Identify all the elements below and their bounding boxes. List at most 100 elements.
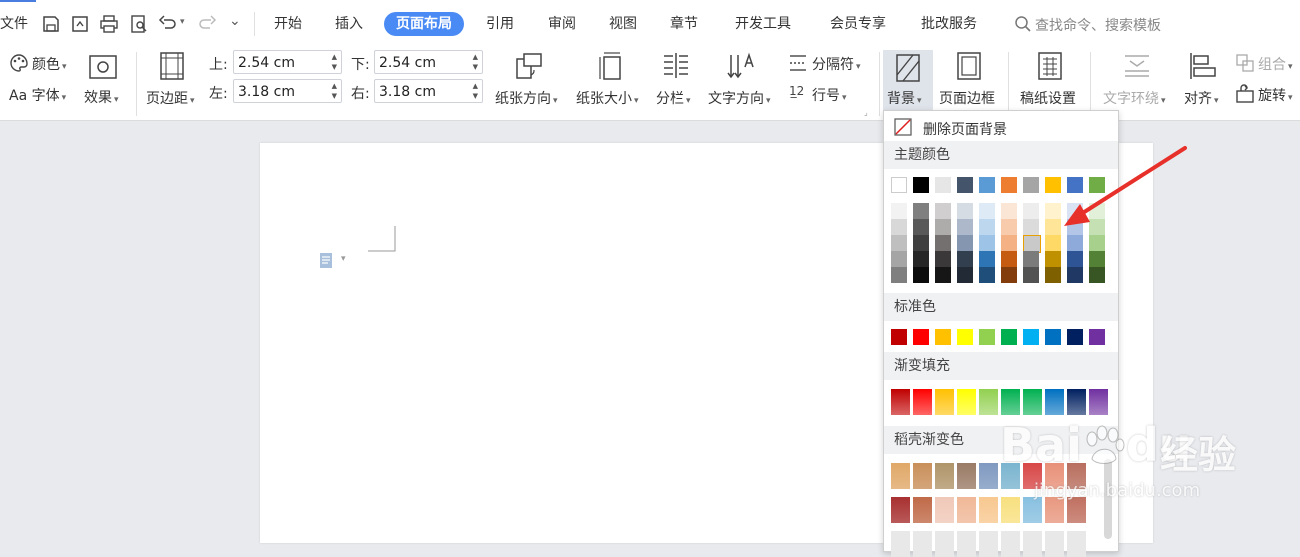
theme-tint-swatch[interactable] [1045,251,1061,267]
tab-insert[interactable]: 插入 [335,12,363,36]
theme-tint-swatch[interactable] [979,219,995,235]
theme-tint-swatch[interactable] [913,251,929,267]
theme-tint-swatch[interactable] [979,203,995,219]
docer-gradient-swatch[interactable] [1045,531,1064,557]
tab-chapter[interactable]: 章节 [670,12,698,36]
theme-color-swatch[interactable] [891,177,907,193]
orientation-button[interactable]: 纸张方向 ▾ [495,88,558,108]
theme-font-button[interactable]: Aa 字体 ▾ [9,85,66,105]
theme-color-swatch[interactable] [979,177,995,193]
margins-icon[interactable] [157,51,187,81]
text-direction-icon[interactable] [726,51,756,81]
theme-tint-swatch[interactable] [1001,219,1017,235]
quick-access-dropdown-icon[interactable]: ⌄ [229,13,241,29]
columns-icon[interactable] [661,51,691,81]
docer-gradient-swatch[interactable] [935,497,954,523]
group-expand-icon[interactable]: ⌟ [864,108,868,117]
spinner-arrows-icon[interactable]: ▲ ▼ [473,81,478,101]
theme-tint-swatch[interactable] [935,251,951,267]
theme-tint-swatch[interactable] [891,219,907,235]
tab-devtools[interactable]: 开发工具 [735,12,791,36]
page-border-icon[interactable] [954,51,984,81]
theme-tint-swatch[interactable] [913,267,929,283]
theme-tint-swatch[interactable] [1067,267,1083,283]
standard-color-swatch[interactable] [957,329,973,345]
effect-button[interactable]: 效果 ▾ [84,87,119,107]
margin-bottom-input[interactable]: 2.54 cm ▲ ▼ [374,50,483,74]
gradient-swatch[interactable] [913,389,932,415]
break-button[interactable]: 分隔符 ▾ [812,54,861,74]
docer-gradient-swatch[interactable] [913,463,932,489]
docer-gradient-swatch[interactable] [935,463,954,489]
theme-tint-swatch[interactable] [1001,235,1017,251]
docer-gradient-swatch[interactable] [957,463,976,489]
page-border-button[interactable]: 页面边框 [939,88,995,108]
text-wrap-button[interactable]: 文字环绕 ▾ [1103,88,1166,108]
standard-color-swatch[interactable] [979,329,995,345]
text-direction-button[interactable]: 文字方向 ▾ [708,88,771,108]
theme-tint-swatch[interactable] [957,235,973,251]
standard-color-swatch[interactable] [1089,329,1105,345]
theme-tint-swatch[interactable] [891,267,907,283]
theme-tint-swatch[interactable] [935,267,951,283]
margins-button[interactable]: 页边距 ▾ [146,88,195,108]
docer-gradient-swatch[interactable] [891,463,910,489]
theme-tint-swatch[interactable] [913,235,929,251]
redo-icon[interactable] [197,14,217,34]
theme-tint-swatch[interactable] [1089,251,1105,267]
gradient-swatch[interactable] [891,389,910,415]
standard-color-swatch[interactable] [935,329,951,345]
search-icon[interactable] [1014,15,1032,33]
theme-tint-swatch[interactable] [1023,219,1039,235]
standard-color-swatch[interactable] [913,329,929,345]
search-command-input[interactable]: 查找命令、搜索模板 [1035,15,1161,35]
export-pdf-icon[interactable] [70,14,90,34]
theme-tint-swatch[interactable] [1001,267,1017,283]
theme-tint-swatch[interactable] [957,219,973,235]
undo-dropdown-icon[interactable]: ▾ [180,17,185,27]
theme-tint-swatch[interactable] [891,251,907,267]
theme-color-swatch[interactable] [1001,177,1017,193]
remove-background-item[interactable]: 删除页面背景 [884,115,1118,139]
effect-icon[interactable] [88,54,118,80]
theme-tint-swatch[interactable] [1089,267,1105,283]
paragraph-layout-icon[interactable] [318,252,336,270]
paper-size-icon[interactable] [596,51,626,81]
tab-start[interactable]: 开始 [274,12,302,36]
theme-tint-swatch[interactable] [979,251,995,267]
theme-tint-swatch[interactable] [957,203,973,219]
tab-view[interactable]: 视图 [609,12,637,36]
standard-color-swatch[interactable] [1001,329,1017,345]
docer-gradient-swatch[interactable] [1001,531,1020,557]
standard-color-swatch[interactable] [891,329,907,345]
theme-tint-swatch[interactable] [1045,267,1061,283]
theme-tint-swatch[interactable] [913,203,929,219]
docer-gradient-swatch[interactable] [957,531,976,557]
theme-tint-swatch[interactable] [1023,251,1039,267]
theme-tint-swatch[interactable] [957,251,973,267]
theme-color-button[interactable]: 颜色 ▾ [32,54,67,74]
tab-review[interactable]: 审阅 [548,12,576,36]
docer-gradient-swatch[interactable] [913,531,932,557]
save-icon[interactable] [41,14,61,34]
standard-color-swatch[interactable] [1045,329,1061,345]
theme-tint-swatch[interactable] [913,219,929,235]
standard-color-swatch[interactable] [1023,329,1039,345]
theme-color-swatch[interactable] [957,177,973,193]
group-button[interactable]: 组合 ▾ [1258,54,1293,74]
spinner-arrows-icon[interactable]: ▲ ▼ [473,52,478,72]
docer-gradient-swatch[interactable] [891,531,910,557]
draft-paper-button[interactable]: 稿纸设置 [1020,88,1076,108]
theme-tint-swatch[interactable] [935,235,951,251]
rotate-button[interactable]: 旋转 ▾ [1258,85,1293,105]
margin-top-input[interactable]: 2.54 cm ▲ ▼ [233,50,342,74]
theme-tint-swatch[interactable] [1001,251,1017,267]
theme-tint-swatch[interactable] [957,267,973,283]
text-wrap-icon[interactable] [1122,51,1152,81]
tab-member[interactable]: 会员专享 [830,12,886,36]
gradient-swatch[interactable] [957,389,976,415]
align-icon[interactable] [1188,51,1218,81]
theme-tint-swatch[interactable] [891,235,907,251]
theme-tint-swatch[interactable] [935,219,951,235]
tab-reference[interactable]: 引用 [486,12,514,36]
